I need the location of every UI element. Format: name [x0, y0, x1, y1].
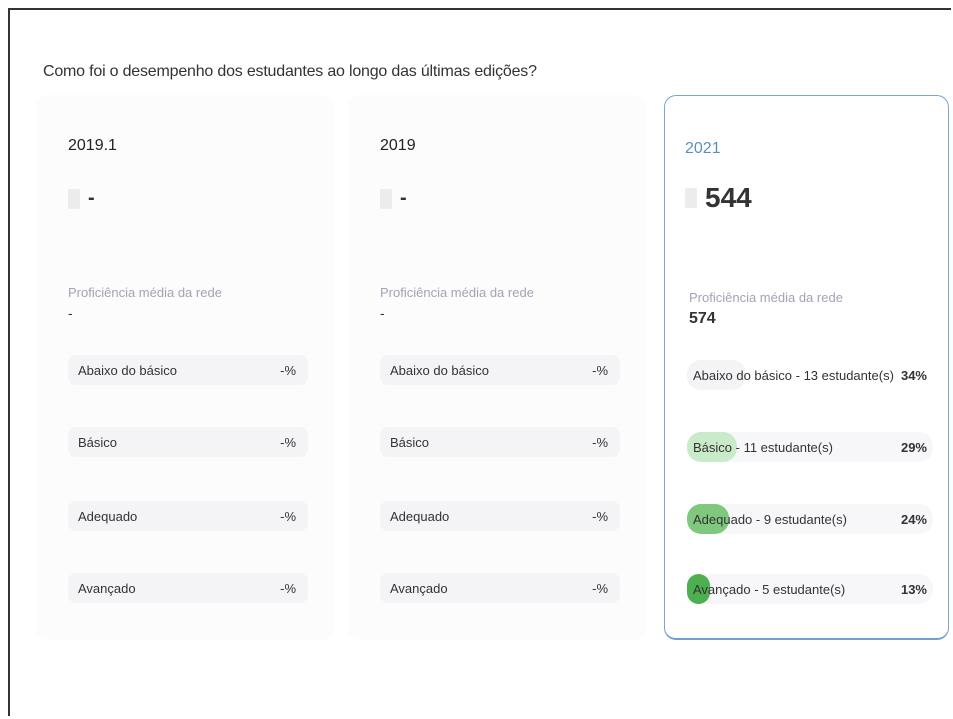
- edition-card-2019-1[interactable]: 2019.1 - Proficiência média da rede - Ab…: [36, 95, 334, 640]
- level-label: Adequado - 9 estudante(s): [693, 512, 847, 527]
- level-percent: -%: [280, 509, 296, 524]
- level-percent: -%: [592, 363, 608, 378]
- level-label: Abaixo do básico: [78, 363, 178, 378]
- level-row-adequado: Adequado -%: [68, 501, 308, 531]
- level-row-avancado: Avançado -%: [68, 573, 308, 603]
- edition-card-2019[interactable]: 2019 - Proficiência média da rede - Abai…: [348, 95, 646, 640]
- score-placeholder-icon: [685, 188, 697, 208]
- level-percent: 34%: [900, 368, 927, 383]
- page-title: Como foi o desempenho dos estudantes ao …: [43, 63, 537, 80]
- level-row-avancado: Avançado - 5 estudante(s) 13%: [687, 574, 933, 604]
- level-label: Básico: [390, 435, 430, 450]
- level-label: Avançado: [78, 581, 136, 596]
- level-label: Básico - 11 estudante(s): [693, 440, 833, 455]
- edition-card-2021[interactable]: 2021 544 Proficiência média da rede 574 …: [664, 95, 949, 640]
- score-placeholder-icon: [380, 188, 392, 209]
- level-row-adequado: Adequado -%: [380, 501, 620, 531]
- level-label: Avançado - 5 estudante(s): [693, 582, 846, 597]
- level-label: Avançado: [390, 581, 448, 596]
- level-row-adequado: Adequado - 9 estudante(s) 24%: [687, 504, 933, 534]
- level-row-abaixo-basico: Abaixo do básico -%: [68, 355, 308, 385]
- level-label: Adequado: [390, 509, 450, 524]
- level-row-abaixo-basico: Abaixo do básico - 13 estudante(s) 34%: [687, 360, 933, 390]
- proficiency-value: 574: [689, 310, 716, 327]
- level-row-avancado: Avançado -%: [380, 573, 620, 603]
- level-row-basico: Básico - 11 estudante(s) 29%: [687, 432, 933, 462]
- level-row-abaixo-basico: Abaixo do básico -%: [380, 355, 620, 385]
- level-label: Abaixo do básico: [390, 363, 490, 378]
- proficiency-label: Proficiência média da rede: [689, 290, 843, 305]
- score-row: 544: [685, 182, 752, 214]
- level-percent: -%: [592, 581, 608, 596]
- level-percent: -%: [280, 435, 296, 450]
- score-placeholder-icon: [68, 188, 80, 209]
- level-label: Básico: [78, 435, 118, 450]
- level-percent: -%: [592, 509, 608, 524]
- proficiency-value: -: [68, 305, 73, 321]
- level-percent: -%: [280, 581, 296, 596]
- score-row: -: [380, 187, 407, 210]
- edition-year: 2019: [380, 137, 416, 154]
- proficiency-value: -: [380, 305, 385, 321]
- level-label: Adequado: [78, 509, 138, 524]
- level-percent: -%: [280, 363, 296, 378]
- level-percent: -%: [592, 435, 608, 450]
- score-value: -: [88, 187, 95, 209]
- score-value: 544: [705, 182, 752, 213]
- level-percent: 13%: [900, 582, 927, 597]
- level-row-basico: Básico -%: [68, 427, 308, 457]
- edition-year: 2019.1: [68, 137, 117, 154]
- edition-year: 2021: [685, 140, 721, 157]
- score-row: -: [68, 187, 95, 210]
- level-label: Abaixo do básico - 13 estudante(s): [693, 368, 894, 383]
- level-percent: 24%: [900, 512, 927, 527]
- level-percent: 29%: [900, 440, 927, 455]
- proficiency-label: Proficiência média da rede: [68, 285, 222, 300]
- proficiency-label: Proficiência média da rede: [380, 285, 534, 300]
- score-value: -: [400, 187, 407, 209]
- level-row-basico: Básico -%: [380, 427, 620, 457]
